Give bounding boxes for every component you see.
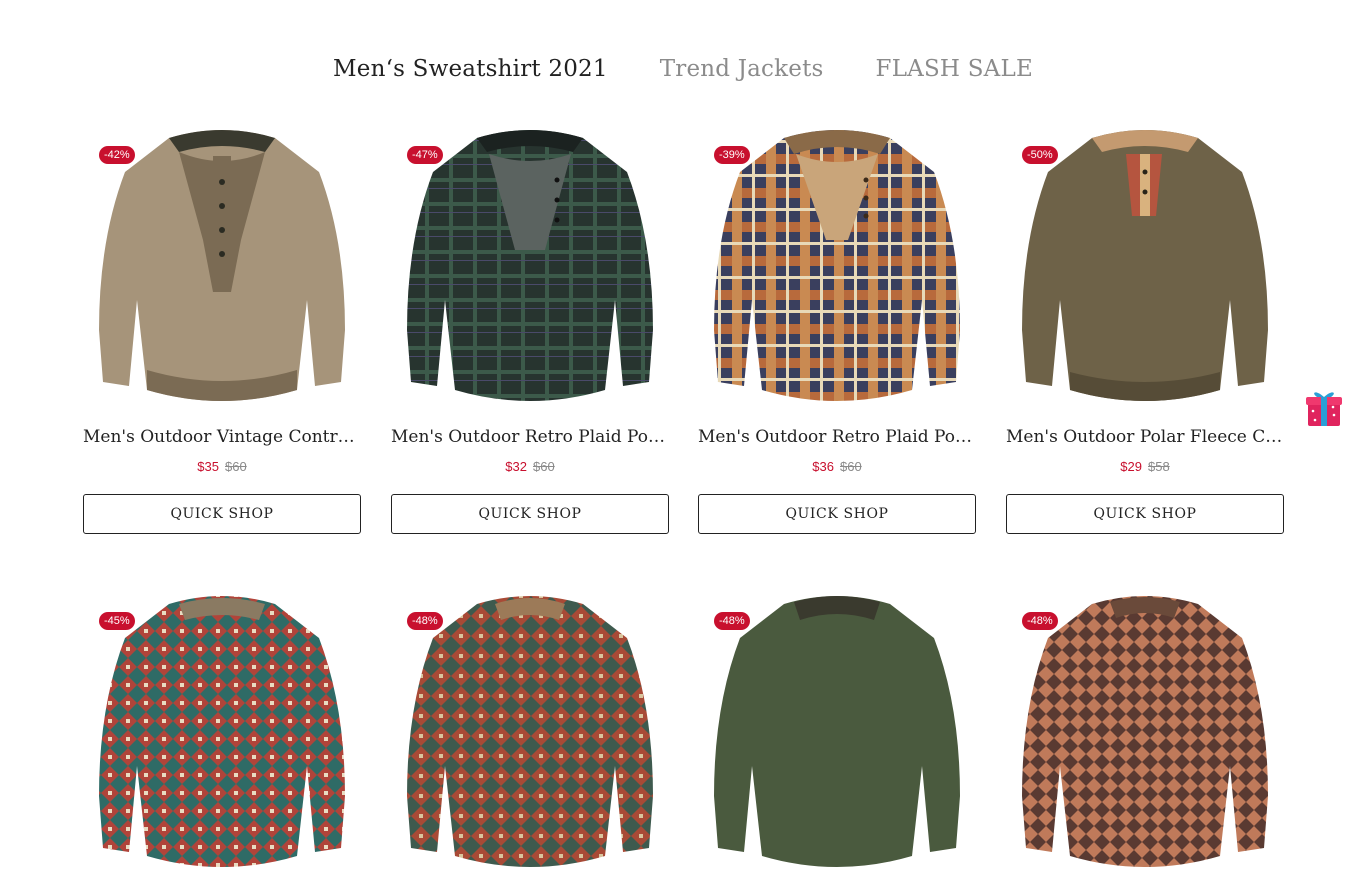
product-title[interactable]: Men's Outdoor Retro Plaid Pola... (698, 427, 976, 447)
product-image[interactable]: -48% (391, 586, 669, 882)
original-price: $60 (533, 459, 555, 474)
discount-badge: -48% (714, 612, 750, 630)
product-price: $32 $60 (391, 459, 669, 474)
discount-badge: -39% (714, 146, 750, 164)
quick-shop-button[interactable]: QUICK SHOP (698, 494, 976, 534)
product-image[interactable]: -48% (1006, 586, 1284, 882)
product-price: $36 $60 (698, 459, 976, 474)
original-price: $60 (840, 459, 862, 474)
product-image[interactable]: -48% (698, 586, 976, 882)
tab-flash-sale[interactable]: FLASH SALE (876, 56, 1033, 82)
gift-icon[interactable] (1305, 387, 1343, 429)
discount-badge: -50% (1022, 146, 1058, 164)
sweatshirt-image (714, 130, 960, 401)
sweatshirt-image (1022, 130, 1268, 401)
product-image[interactable]: -39% (698, 120, 976, 416)
product-image[interactable]: -45% (83, 586, 361, 882)
product-price: $35 $60 (83, 459, 361, 474)
tab-mens-sweatshirt[interactable]: Men‘s Sweatshirt 2021 (333, 56, 608, 82)
quick-shop-button[interactable]: QUICK SHOP (391, 494, 669, 534)
original-price: $58 (1148, 459, 1170, 474)
product-price: $29 $58 (1006, 459, 1284, 474)
discount-badge: -48% (1022, 612, 1058, 630)
sweatshirt-image (99, 596, 345, 867)
discount-badge: -42% (99, 146, 135, 164)
product-title[interactable]: Men's Outdoor Vintage Contras... (83, 427, 361, 447)
sweatshirt-image (99, 130, 345, 401)
quick-shop-button[interactable]: QUICK SHOP (1006, 494, 1284, 534)
product-image[interactable]: -50% (1006, 120, 1284, 416)
sweatshirt-image (1022, 596, 1268, 867)
sweatshirt-image (407, 596, 653, 867)
discount-badge: -48% (407, 612, 443, 630)
sale-price: $32 (505, 459, 527, 474)
product-image[interactable]: -47% (391, 120, 669, 416)
tab-trend-jackets[interactable]: Trend Jackets (660, 56, 824, 82)
sale-price: $35 (197, 459, 219, 474)
category-tabs: Men‘s Sweatshirt 2021 Trend Jackets FLAS… (0, 56, 1366, 82)
sweatshirt-image (407, 130, 653, 401)
sale-price: $36 (812, 459, 834, 474)
product-title[interactable]: Men's Outdoor Polar Fleece Co... (1006, 427, 1284, 447)
quick-shop-button[interactable]: QUICK SHOP (83, 494, 361, 534)
discount-badge: -45% (99, 612, 135, 630)
sweatshirt-image (714, 596, 960, 867)
sale-price: $29 (1120, 459, 1142, 474)
product-title[interactable]: Men's Outdoor Retro Plaid Pola... (391, 427, 669, 447)
product-image[interactable]: -42% (83, 120, 361, 416)
original-price: $60 (225, 459, 247, 474)
discount-badge: -47% (407, 146, 443, 164)
